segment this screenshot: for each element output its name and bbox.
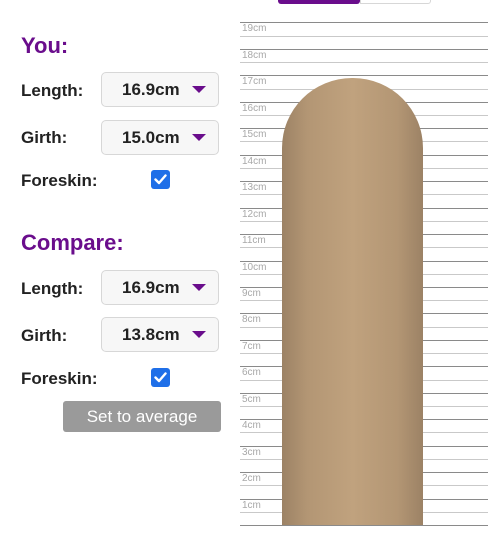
ruler-major-line [240,525,488,526]
ruler-tick-label: 15cm [242,129,267,140]
ruler-tick-label: 7cm [242,341,261,352]
you-title: You: [21,33,69,58]
you-foreskin-checkbox[interactable] [151,170,170,189]
ruler-tick-label: 11cm [242,235,266,246]
you-girth-value: 15.0cm [122,127,180,147]
you-girth-select[interactable]: 15.0cm [101,120,219,155]
ruler-tick-label: 2cm [242,473,261,484]
you-girth-label: Girth: [21,128,68,147]
set-to-average-button[interactable]: Set to average [63,401,221,432]
you-length-label: Length: [21,81,84,100]
you-length-value: 16.9cm [122,79,180,99]
size-visualization [282,78,423,525]
ruler-tick-label: 17cm [242,76,267,87]
you-length-select[interactable]: 16.9cm [101,72,219,107]
compare-girth-select[interactable]: 13.8cm [101,317,219,352]
you-foreskin-label: Foreskin: [21,171,98,190]
compare-foreskin-checkbox[interactable] [151,368,170,387]
ruler-tick-label: 13cm [242,182,267,193]
ruler-major-line [240,22,488,23]
compare-length-select[interactable]: 16.9cm [101,270,219,305]
checkmark-icon [154,372,167,383]
ruler-tick-label: 9cm [242,288,261,299]
ruler-major-line [240,49,488,50]
ruler-tick-label: 3cm [242,447,261,458]
ruler-tick-label: 4cm [242,420,261,431]
ruler-tick-label: 1cm [242,500,261,511]
compare-title: Compare: [21,230,124,255]
compare-girth-value: 13.8cm [122,324,180,344]
chevron-down-icon [192,134,206,141]
ruler-major-line [240,75,488,76]
ruler-tick-label: 19cm [242,23,267,34]
compare-length-value: 16.9cm [122,277,180,297]
checkmark-icon [154,174,167,185]
ruler-tick-label: 8cm [242,314,261,325]
ruler-tick-label: 18cm [242,50,267,61]
ruler-tick-label: 12cm [242,209,267,220]
ruler-tick-label: 16cm [242,103,267,114]
compare-girth-label: Girth: [21,326,68,345]
chevron-down-icon [192,86,206,93]
ruler-tick-label: 14cm [242,156,267,167]
chevron-down-icon [192,284,206,291]
ruler-tick-label: 10cm [242,262,267,273]
compare-foreskin-label: Foreskin: [21,369,98,388]
compare-length-label: Length: [21,279,84,298]
ruler-minor-line [240,62,488,63]
chevron-down-icon [192,331,206,338]
controls-panel: You: Length: 16.9cm Girth: 15.0cm Foresk… [0,0,240,538]
ruler-tick-label: 6cm [242,367,261,378]
ruler-tick-label: 5cm [242,394,261,405]
ruler-minor-line [240,36,488,37]
